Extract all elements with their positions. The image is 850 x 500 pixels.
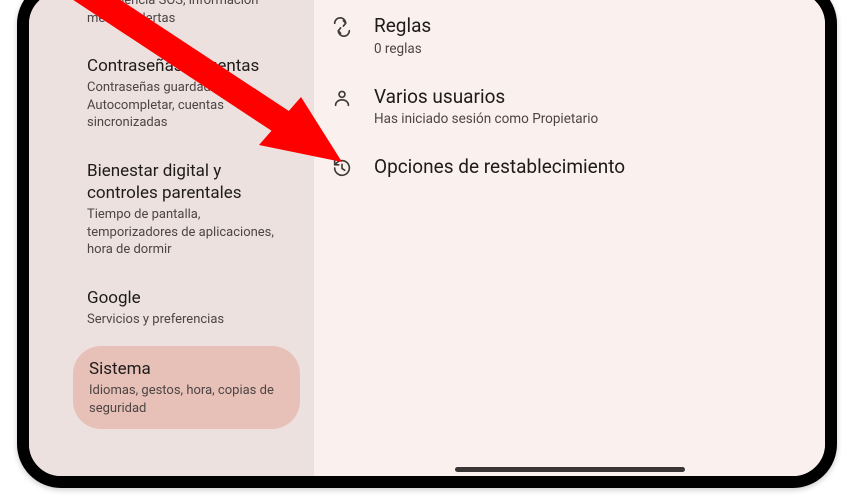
sidebar-item-safety[interactable]: Emergencia SOS, información médica, aler… <box>29 0 314 41</box>
rules-icon <box>330 14 354 38</box>
tablet-frame: Emergencia SOS, información médica, aler… <box>17 0 837 488</box>
sidebar-item-sub: Emergencia SOS, información médica, aler… <box>87 0 290 27</box>
main-item-rules[interactable]: Reglas 0 reglas <box>314 0 825 71</box>
sidebar-item-title: Contraseñas y cuentas <box>87 55 290 77</box>
sidebar-item-title: Bienestar digital y controles parentales <box>87 160 290 204</box>
sidebar-item-google[interactable]: Google Servicios y preferencias <box>29 273 314 343</box>
sidebar-item-title: Google <box>87 287 290 309</box>
main-item-texts: Reglas 0 reglas <box>374 14 805 57</box>
main-item-texts: Opciones de restablecimiento <box>374 155 805 180</box>
restore-icon <box>330 155 354 179</box>
sidebar-item-sub: Contraseñas guardadas, Autocompletar, cu… <box>87 79 290 132</box>
person-icon <box>330 85 354 109</box>
sidebar-item-passwords[interactable]: Contraseñas y cuentas Contraseñas guarda… <box>29 41 314 146</box>
main-item-reset-options[interactable]: Opciones de restablecimiento <box>314 141 825 194</box>
main-item-title: Varios usuarios <box>374 85 805 110</box>
gesture-nav-handle[interactable] <box>455 467 685 472</box>
sidebar-item-sub: Tiempo de pantalla, temporizadores de ap… <box>87 206 290 259</box>
sidebar-item-sub: Servicios y preferencias <box>87 311 290 329</box>
main-item-sub: Has iniciado sesión como Propietario <box>374 111 805 127</box>
main-item-title: Reglas <box>374 14 805 39</box>
sidebar-item-system[interactable]: Sistema Idiomas, gestos, hora, copias de… <box>73 346 300 429</box>
sidebar-item-sub: Idiomas, gestos, hora, copias de segurid… <box>89 382 282 417</box>
main-item-texts: Varios usuarios Has iniciado sesión como… <box>374 85 805 128</box>
main-item-sub: 0 reglas <box>374 41 805 57</box>
main-item-title: Opciones de restablecimiento <box>374 155 805 180</box>
sidebar-item-title: Sistema <box>89 358 282 380</box>
main-item-users[interactable]: Varios usuarios Has iniciado sesión como… <box>314 71 825 142</box>
sidebar-item-wellbeing[interactable]: Bienestar digital y controles parentales… <box>29 146 314 273</box>
screen: Emergencia SOS, información médica, aler… <box>29 0 825 476</box>
settings-main: Reglas 0 reglas Varios usuarios Has inic… <box>314 0 825 476</box>
settings-sidebar: Emergencia SOS, información médica, aler… <box>29 0 314 476</box>
